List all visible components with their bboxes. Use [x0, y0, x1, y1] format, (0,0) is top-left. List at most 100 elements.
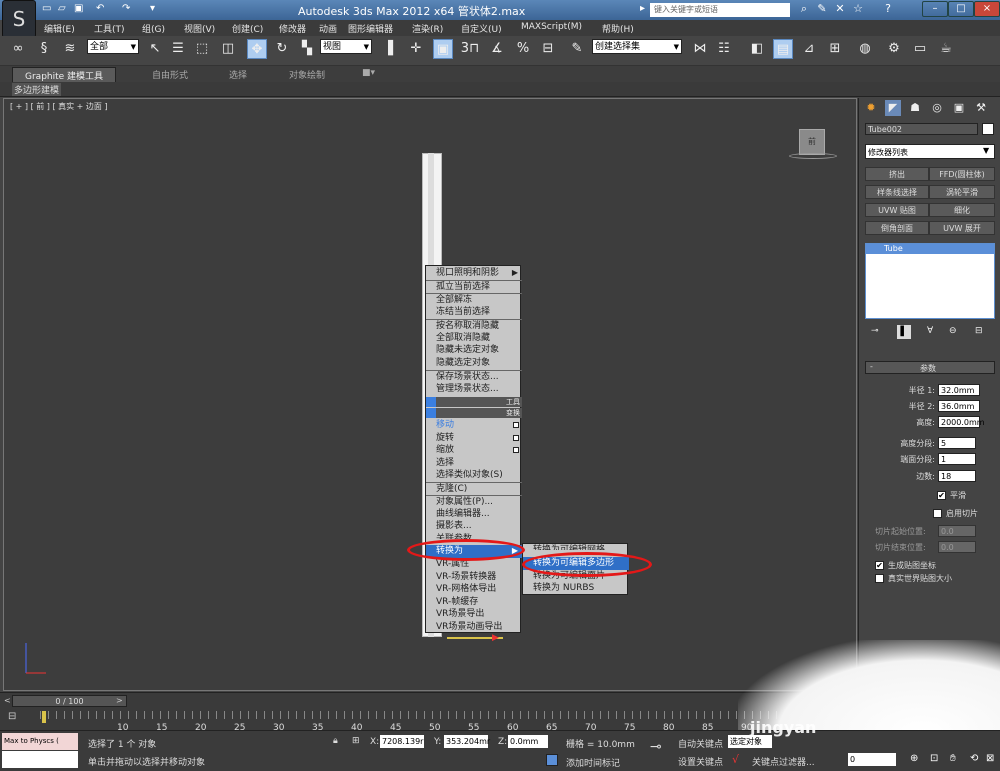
- curve-editor-icon[interactable]: ⊿: [799, 39, 819, 59]
- zoom-all-icon[interactable]: ⊡: [930, 753, 938, 764]
- quad-item-curve-editor[interactable]: 曲线编辑器...: [426, 508, 522, 521]
- quad-item-vr-scene-export[interactable]: VR场景导出: [426, 608, 522, 621]
- menu-edit[interactable]: 编辑(E): [44, 22, 75, 35]
- select-move-icon[interactable]: ✥: [247, 39, 267, 59]
- menu-maxscript[interactable]: MAXScript(M): [521, 22, 582, 32]
- menu-tools[interactable]: 工具(T): [94, 22, 125, 35]
- gen-map-checkbox[interactable]: ✔: [875, 561, 884, 570]
- favorites-icon[interactable]: ☆: [851, 2, 865, 16]
- modifier-list-dropdown[interactable]: 修改器列表: [865, 144, 995, 159]
- y-coord-field[interactable]: 353.204mr: [444, 735, 490, 748]
- zoom-icon[interactable]: ⊕: [910, 753, 918, 764]
- quad-item-clone[interactable]: 克隆(C): [426, 482, 522, 495]
- communication-icon[interactable]: ✕: [833, 2, 847, 16]
- time-prev-icon[interactable]: <: [4, 696, 11, 705]
- unlink-icon[interactable]: §: [34, 39, 54, 59]
- quad-item-unfreeze-all[interactable]: 全部解冻: [426, 293, 522, 306]
- angle-snap-icon[interactable]: ∡: [487, 39, 507, 59]
- modifier-turbosmooth-button[interactable]: 涡轮平滑: [929, 185, 995, 199]
- quad-item-vr-frame-buffer[interactable]: VR-帧缓存: [426, 596, 522, 609]
- quad-item-select-similar[interactable]: 选择类似对象(S): [426, 469, 522, 482]
- quad-item-rotate[interactable]: 旋转: [426, 432, 522, 445]
- menu-customize[interactable]: 自定义(U): [461, 22, 502, 35]
- create-tab-icon[interactable]: ✹: [863, 100, 879, 116]
- quad-item-freeze[interactable]: 冻结当前选择: [426, 306, 522, 319]
- viewport-label[interactable]: [ + ] [ 前 ] [ 真实 + 边面 ]: [10, 101, 108, 112]
- quad-item-vr-mesh-export[interactable]: VR-网格体导出: [426, 583, 522, 596]
- new-file-icon[interactable]: ▭: [42, 3, 54, 15]
- material-editor-icon[interactable]: ◍: [855, 39, 875, 59]
- open-file-icon[interactable]: ▱: [58, 3, 70, 15]
- quad-item-move[interactable]: 移动: [426, 419, 522, 432]
- link-icon[interactable]: ∞: [8, 39, 28, 59]
- help-search-input[interactable]: 键入关键字或短语: [650, 3, 790, 17]
- submenu-nurbs[interactable]: 转换为 NURBS: [523, 582, 629, 595]
- auto-key-button[interactable]: 自动关键点: [678, 737, 723, 750]
- quad-item-hide-selected[interactable]: 隐藏选定对象: [426, 357, 522, 370]
- manipulate-icon[interactable]: ✛: [406, 39, 426, 59]
- edit-named-selection-icon[interactable]: ✎: [567, 39, 587, 59]
- mini-curve-icon[interactable]: ⊟: [8, 711, 16, 722]
- schematic-view-icon[interactable]: ⊞: [825, 39, 845, 59]
- add-time-tag[interactable]: 添加时间标记: [566, 756, 620, 769]
- menu-graph-editors[interactable]: 图形编辑器: [348, 22, 393, 35]
- modifier-tessellate-button[interactable]: 细化: [929, 203, 995, 217]
- current-frame-field[interactable]: 0: [848, 753, 896, 766]
- snap-3d-icon[interactable]: 3⊓: [460, 39, 480, 59]
- sides-field[interactable]: 18: [938, 470, 976, 482]
- subscription-icon[interactable]: ✎: [815, 2, 829, 16]
- menu-create[interactable]: 创建(C): [232, 22, 263, 35]
- modifier-ffd-button[interactable]: FFD(圆柱体): [929, 167, 995, 181]
- object-name-field[interactable]: Tube002: [865, 123, 978, 135]
- pan-icon[interactable]: ✋︎: [950, 753, 956, 764]
- display-tab-icon[interactable]: ▣: [951, 100, 967, 116]
- lock-icon[interactable]: 🔒︎: [333, 736, 338, 746]
- time-tag-icon[interactable]: [546, 754, 558, 766]
- quad-item-save-state[interactable]: 保存场景状态...: [426, 370, 522, 383]
- keyboard-shortcut-icon[interactable]: ▣: [433, 39, 453, 59]
- rect-selection-icon[interactable]: ⬚: [192, 39, 212, 59]
- named-selection-dropdown[interactable]: 创建选择集: [592, 39, 682, 55]
- quad-item-vr-scene-converter[interactable]: VR-场景转换器: [426, 571, 522, 584]
- percent-snap-icon[interactable]: %: [513, 39, 533, 59]
- motion-tab-icon[interactable]: ◎: [929, 100, 945, 116]
- quad-item-wire-params[interactable]: 关联参数: [426, 533, 522, 539]
- key-icon[interactable]: ⊸: [650, 739, 662, 755]
- remove-modifier-icon[interactable]: ⊖: [949, 326, 957, 336]
- layer-manager-icon[interactable]: ◧: [747, 39, 767, 59]
- redo-icon[interactable]: ↷: [122, 3, 134, 15]
- viewcube[interactable]: 前: [799, 129, 825, 155]
- save-file-icon[interactable]: ▣: [74, 3, 86, 15]
- close-button[interactable]: ×: [974, 1, 1000, 17]
- height-field[interactable]: 2000.0mm: [938, 416, 985, 428]
- spinner-snap-icon[interactable]: ⊟: [538, 39, 558, 59]
- select-scale-icon[interactable]: ▚: [297, 39, 317, 59]
- modify-tab-icon[interactable]: ◤: [885, 100, 901, 116]
- menu-views[interactable]: 视图(V): [184, 22, 215, 35]
- timeline-ruler[interactable]: [40, 711, 840, 719]
- poly-modeling-label[interactable]: 多边形建模: [12, 83, 62, 96]
- modifier-unwrap-uvw-button[interactable]: UVW 展开: [929, 221, 995, 235]
- render-production-icon[interactable]: ☕: [936, 39, 956, 59]
- absolute-mode-icon[interactable]: ⊞: [352, 736, 360, 746]
- stack-item-tube[interactable]: Tube: [866, 244, 994, 254]
- select-by-name-icon[interactable]: ☰: [168, 39, 188, 59]
- settings-box-icon[interactable]: [513, 422, 519, 428]
- quad-item-vr-anim-export[interactable]: VR场景动画导出: [426, 621, 522, 634]
- settings-box-icon[interactable]: [513, 434, 519, 441]
- quad-bar-tools[interactable]: 工具: [426, 397, 522, 407]
- graphite-toggle-icon[interactable]: ▤: [773, 39, 793, 59]
- quad-item-manage-state[interactable]: 管理场景状态...: [426, 383, 522, 396]
- quad-item-properties[interactable]: 对象属性(P)...: [426, 495, 522, 508]
- slice-on-checkbox[interactable]: [933, 509, 942, 518]
- radius2-field[interactable]: 36.0mm: [938, 400, 980, 412]
- window-crossing-icon[interactable]: ◫: [218, 39, 238, 59]
- slice-from-field[interactable]: 0.0: [938, 525, 976, 537]
- orbit-icon[interactable]: ⟲: [970, 753, 978, 764]
- quad-item-unhide-by-name[interactable]: 按名称取消隐藏: [426, 319, 522, 332]
- render-setup-icon[interactable]: ⚙: [884, 39, 904, 59]
- tab-object-paint[interactable]: 对象绘制: [289, 68, 325, 81]
- quad-bar-transform[interactable]: 变换: [426, 408, 522, 418]
- binoculars-icon[interactable]: ⌕: [797, 2, 811, 16]
- configure-sets-icon[interactable]: ⊟: [975, 326, 983, 336]
